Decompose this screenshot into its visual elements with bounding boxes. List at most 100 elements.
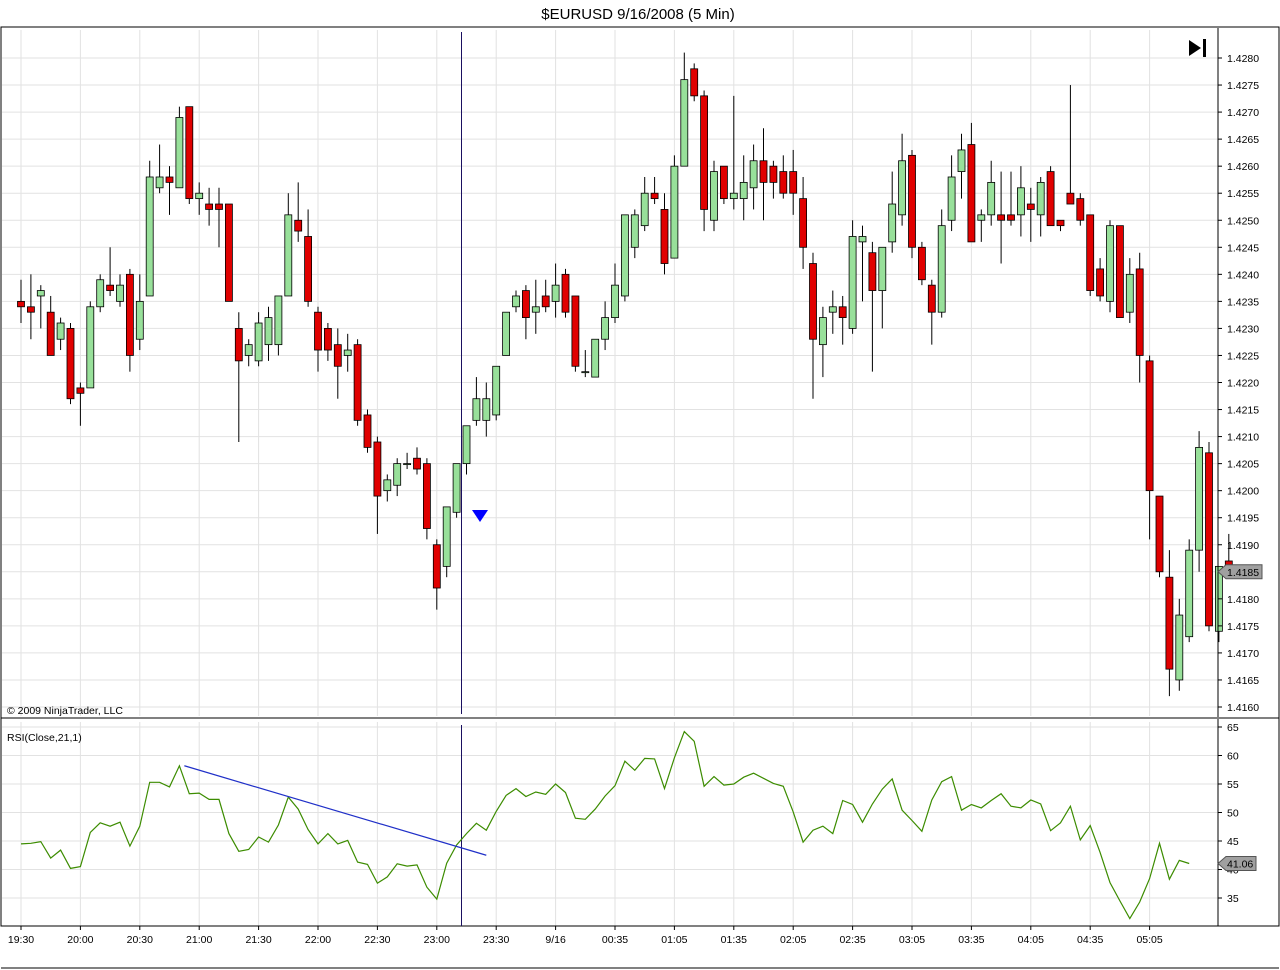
candle-down [720, 165, 728, 205]
candle-up [254, 312, 263, 367]
candle-body [1106, 225, 1114, 302]
candle-body [1205, 452, 1213, 627]
time-tick-label: 22:30 [364, 934, 390, 946]
candle-down [314, 306, 322, 372]
candle-body [1195, 446, 1203, 551]
candle-body [878, 246, 887, 291]
candle-body [799, 198, 807, 248]
candle-body [611, 284, 619, 318]
candle-down [106, 247, 114, 296]
candle-up [502, 311, 511, 356]
candle-body [56, 322, 65, 340]
candle-up [828, 290, 837, 334]
candle-down [809, 252, 817, 399]
candle-body [650, 192, 659, 200]
time-tick-label: 02:35 [839, 934, 865, 946]
candle-up [749, 144, 758, 210]
rsi-tick-label: 55 [1227, 779, 1239, 791]
candle-body [1036, 181, 1045, 216]
time-tick-label: 04:05 [1018, 934, 1044, 946]
candle-up [36, 285, 45, 329]
candle-up [1125, 258, 1134, 324]
candle-body [1145, 360, 1154, 492]
candle-body [234, 328, 243, 362]
candle-up [858, 225, 867, 302]
candle-body [432, 544, 441, 589]
price-tick-label: 1.4180 [1227, 594, 1259, 606]
sell-signal-arrow [472, 510, 488, 522]
candle-up [244, 339, 253, 367]
candle-body [244, 344, 253, 356]
skip-to-end-icon[interactable] [1189, 38, 1211, 58]
candle-body [927, 284, 936, 313]
candle-down [413, 447, 421, 475]
candle-body [26, 306, 35, 313]
price-tick-label: 1.4165 [1227, 675, 1259, 687]
candle-up [56, 317, 65, 351]
candle-down [333, 328, 342, 399]
candle-body [957, 149, 966, 172]
candle-body [106, 284, 114, 291]
candle-body [363, 414, 372, 448]
candle-down [1205, 441, 1213, 632]
time-tick-label: 21:00 [186, 934, 212, 946]
time-tick-label: 03:05 [899, 934, 925, 946]
price-tick-label: 1.4215 [1227, 405, 1259, 417]
rsi-tick-label: 65 [1227, 722, 1239, 734]
candle-up [630, 209, 639, 259]
candle-up [581, 350, 590, 378]
candle-up [1195, 431, 1203, 572]
candle-up [670, 155, 679, 259]
candle-up [135, 274, 144, 351]
candle-body [1155, 495, 1164, 573]
price-tick-label: 1.4270 [1227, 107, 1259, 119]
time-tick-label: 23:30 [483, 934, 509, 946]
candle-up [492, 365, 501, 421]
candle-body [551, 284, 560, 302]
candle-up [878, 246, 887, 329]
candle-body [997, 214, 1005, 221]
candle-body [967, 144, 976, 243]
price-tick-label: 1.4230 [1227, 323, 1259, 335]
candle-down [26, 274, 35, 340]
candle-body [343, 349, 352, 356]
candle-down [304, 209, 313, 307]
candle-body [591, 338, 600, 378]
candle-body [918, 246, 926, 281]
candle-body [175, 117, 184, 189]
candle-down [759, 128, 768, 221]
candle-down [294, 182, 303, 242]
candle-up [274, 295, 283, 356]
candle-body [660, 209, 669, 264]
price-tick-label: 1.4245 [1227, 242, 1259, 254]
candle-body [304, 236, 313, 302]
candle-body [215, 203, 223, 210]
chart-title: $EURUSD 9/16/2008 (5 Min) [541, 6, 734, 23]
candle-down [1086, 214, 1095, 296]
price-tick-label: 1.4220 [1227, 378, 1259, 390]
candle-body [1135, 268, 1144, 356]
price-tick-label: 1.4160 [1227, 702, 1259, 714]
candle-body [838, 306, 847, 318]
candle-body [571, 295, 580, 367]
candle-body [769, 165, 778, 183]
candle-body [17, 300, 25, 308]
price-tick-label: 1.4275 [1227, 80, 1259, 92]
time-tick-label: 04:35 [1077, 934, 1103, 946]
candle-down [541, 279, 550, 313]
candle-down [1076, 193, 1085, 226]
candle-body [205, 203, 214, 210]
candle-up [888, 171, 897, 253]
candle-body [1116, 225, 1124, 319]
last-rsi-marker: 41.06 [1217, 855, 1257, 871]
candle-body [393, 463, 402, 486]
candle-up [284, 193, 293, 297]
candle-body [1165, 576, 1174, 670]
price-tick-label: 1.4170 [1227, 648, 1259, 660]
candle-down [224, 203, 233, 302]
candle-body [759, 160, 768, 183]
candle-up [195, 182, 204, 215]
candle-up [1185, 539, 1194, 643]
candle-down [353, 339, 362, 426]
candle-body [531, 306, 540, 313]
